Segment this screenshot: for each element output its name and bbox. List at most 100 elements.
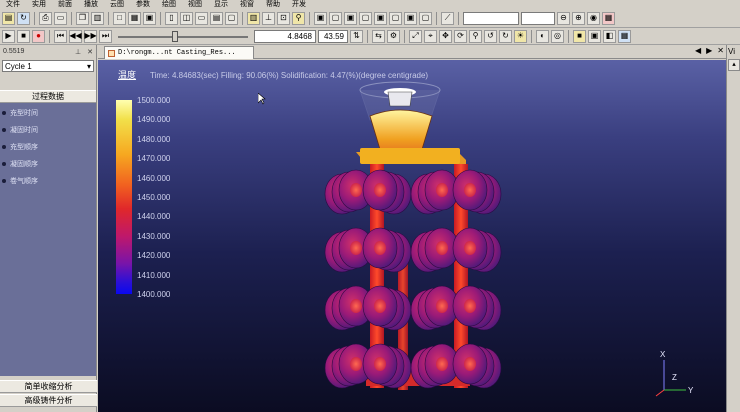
casting-model: [324, 81, 686, 397]
refresh-icon[interactable]: ↻: [17, 11, 30, 25]
light-icon[interactable]: ☀: [514, 29, 527, 43]
camera-icon[interactable]: ◎: [551, 29, 564, 43]
list-item[interactable]: 充型顺序: [0, 138, 96, 155]
filter-icon[interactable]: ⚙: [387, 29, 400, 43]
view-split-icon[interactable]: ▤: [210, 11, 223, 25]
list-item[interactable]: 充型时间: [0, 104, 96, 121]
rewind-icon[interactable]: ◀◀: [69, 29, 82, 43]
right-panel-strip: Vi ▴: [726, 45, 740, 412]
axis-triad: [655, 360, 686, 397]
probe-icon[interactable]: ⚲: [292, 11, 305, 25]
axis-icon[interactable]: ⊥: [262, 11, 275, 25]
spin-icon[interactable]: ⇅: [350, 29, 363, 43]
fast-forward-icon[interactable]: ▶▶: [84, 29, 97, 43]
bullet-icon: [2, 161, 6, 166]
open-icon[interactable]: ▤: [2, 11, 15, 25]
rotate-x-icon[interactable]: ↺: [484, 29, 497, 43]
rotate-icon[interactable]: ⟳: [454, 29, 467, 43]
window-icon[interactable]: □: [113, 11, 126, 25]
left-panel-value: 0.5519: [3, 48, 25, 55]
view-side-icon[interactable]: ◫: [180, 11, 193, 25]
tab-next-icon[interactable]: ▶: [706, 46, 712, 55]
menu-item[interactable]: 播放: [78, 0, 104, 9]
view-top-icon[interactable]: ▭: [195, 11, 208, 25]
menu-item[interactable]: 视窗: [234, 0, 260, 9]
palette-icon[interactable]: ▦: [602, 11, 615, 25]
zoom-out-icon[interactable]: ⊖: [557, 11, 570, 25]
solid-icon[interactable]: ■: [573, 29, 586, 43]
cycle-select[interactable]: Cycle 1 ▾: [2, 60, 94, 72]
section-icon[interactable]: ⊡: [277, 11, 290, 25]
menu-item[interactable]: 参数: [130, 0, 156, 9]
menu-item[interactable]: 绘图: [156, 0, 182, 9]
tool-b-icon[interactable]: ▢: [329, 11, 342, 25]
wheel-hub: [436, 299, 448, 313]
rotate-y-icon[interactable]: ↻: [499, 29, 512, 43]
record-icon[interactable]: ●: [32, 29, 45, 43]
viewport-3d[interactable]: 温度 Time: 4.84683(sec) Filling: 90.06(%) …: [98, 60, 726, 412]
select-icon[interactable]: ⌖: [424, 29, 437, 43]
scroll-up-icon[interactable]: ▴: [728, 59, 740, 71]
menu-item[interactable]: 云图: [104, 0, 130, 9]
time-field[interactable]: 4.8468: [254, 29, 316, 43]
menu-item[interactable]: 开发: [286, 0, 312, 9]
menu-item[interactable]: 帮助: [260, 0, 286, 9]
zoom-icon[interactable]: ⚲: [469, 29, 482, 43]
menu-item[interactable]: 视图: [182, 0, 208, 9]
play-icon[interactable]: ▶: [2, 29, 15, 43]
bullet-icon: [2, 110, 6, 115]
tool-f-icon[interactable]: ▢: [389, 11, 402, 25]
link-icon[interactable]: ⇆: [372, 29, 385, 43]
tool-h-icon[interactable]: ▢: [419, 11, 432, 25]
pan-icon[interactable]: ✥: [439, 29, 452, 43]
shrinkage-analysis-button[interactable]: 简单收缩分析: [0, 380, 97, 393]
tab-prev-icon[interactable]: ◀: [695, 46, 701, 55]
list-item[interactable]: 卷气顺序: [0, 172, 96, 189]
view-panel-tab[interactable]: Vi: [728, 47, 735, 56]
list-item[interactable]: 凝固时间: [0, 121, 96, 138]
casting-analysis-button[interactable]: 高级铸件分析: [0, 394, 97, 407]
empty-field-2[interactable]: [521, 11, 555, 25]
print-icon[interactable]: ⎙: [39, 11, 52, 25]
menu-item[interactable]: 实用: [26, 0, 52, 9]
measure-icon[interactable]: ⟋: [441, 11, 454, 25]
tab-close-icon[interactable]: ✕: [717, 46, 724, 55]
time-slider-thumb[interactable]: [172, 30, 178, 42]
menu-item[interactable]: 文件: [0, 0, 26, 9]
fit-view-icon[interactable]: ⤢: [409, 29, 422, 43]
color-bar-icon[interactable]: ▥: [247, 11, 260, 25]
time-slider[interactable]: [118, 30, 248, 42]
tool-a-icon[interactable]: ▣: [314, 11, 327, 25]
close-panel-icon[interactable]: ✕: [87, 48, 93, 56]
copy-icon[interactable]: ❐: [76, 11, 89, 25]
tool-c-icon[interactable]: ▣: [344, 11, 357, 25]
wire-icon[interactable]: ▦: [618, 29, 631, 43]
menu-item[interactable]: 前面: [52, 0, 78, 9]
tool-g-icon[interactable]: ▣: [404, 11, 417, 25]
view-front-icon[interactable]: ▯: [165, 11, 178, 25]
zoom-in-icon[interactable]: ⊕: [572, 11, 585, 25]
paste-icon[interactable]: ▥: [91, 11, 104, 25]
sphere-icon[interactable]: ◉: [587, 11, 600, 25]
list-item[interactable]: 凝固顺序: [0, 155, 96, 172]
cube-icon[interactable]: ◧: [603, 29, 616, 43]
last-frame-icon[interactable]: ⏭: [99, 29, 112, 43]
first-frame-icon[interactable]: ⏮: [54, 29, 67, 43]
print-preview-icon[interactable]: ▭: [54, 11, 67, 25]
layout-icon[interactable]: ▣: [143, 11, 156, 25]
document-tab[interactable]: D:\rongm...nt Casting_Res...: [104, 46, 254, 59]
shading-icon[interactable]: ◐: [536, 29, 549, 43]
menu-item[interactable]: 显示: [208, 0, 234, 9]
stop-icon[interactable]: ■: [17, 29, 30, 43]
empty-field-1[interactable]: [463, 11, 519, 25]
view-frame-icon[interactable]: ▢: [225, 11, 238, 25]
tool-d-icon[interactable]: ▢: [359, 11, 372, 25]
process-data-header[interactable]: 过程数据: [0, 90, 96, 103]
wheel-hub: [350, 357, 362, 371]
percent-field[interactable]: 43.59: [318, 29, 348, 43]
grid-icon[interactable]: ▦: [128, 11, 141, 25]
tool-e-icon[interactable]: ▣: [374, 11, 387, 25]
toolbar-playback: ▶ ■ ● ⏮ ◀◀ ▶▶ ⏭ 4.8468 43.59 ⇅ ⇆ ⚙ ⤢ ⌖ ✥…: [0, 28, 740, 45]
box-icon[interactable]: ▣: [588, 29, 601, 43]
pin-icon[interactable]: ⊥: [75, 48, 81, 56]
